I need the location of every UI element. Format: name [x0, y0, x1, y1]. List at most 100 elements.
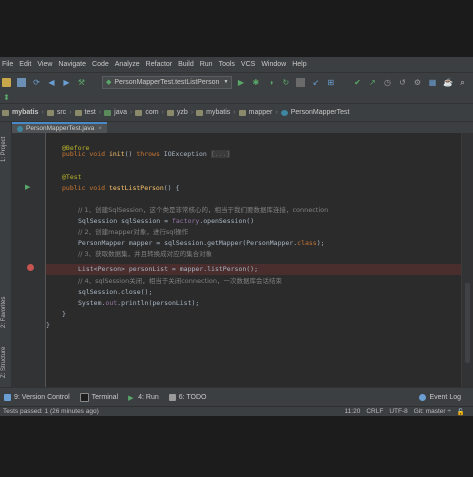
chevron-right-icon: ›	[69, 109, 72, 116]
tab-label: PersonMapperTest.java	[26, 125, 95, 132]
status-indicators: 11:20 CRLF UTF-8 Git: master ÷ 🔓	[339, 408, 465, 416]
run-tool-button[interactable]: ▶ 4: Run	[128, 393, 159, 402]
revert-icon[interactable]: ↺	[398, 78, 407, 87]
caret-position[interactable]: 11:20	[345, 408, 361, 415]
git-branch[interactable]: Git: master ÷	[414, 408, 451, 415]
module-icon	[2, 109, 9, 116]
crumb-package[interactable]: mybatis ›	[196, 109, 236, 116]
code-text: .openSession()	[199, 217, 255, 225]
scrollbar-thumb[interactable]	[465, 283, 470, 363]
menu-file[interactable]: File	[2, 61, 13, 68]
editor-gutter[interactable]	[11, 133, 46, 387]
comment: // 2、创建mapper对象，进行sql操作	[78, 228, 189, 236]
status-message[interactable]: Tests passed: 1 (26 minutes ago)	[3, 408, 99, 415]
crumb-label: mybatis	[206, 109, 231, 116]
menu-help[interactable]: Help	[292, 61, 306, 68]
crumb-package[interactable]: mapper ›	[238, 109, 278, 116]
menu-vcs[interactable]: VCS	[241, 61, 255, 68]
coverage-icon[interactable]: ◑	[266, 78, 275, 87]
line-separator[interactable]: CRLF	[366, 408, 383, 415]
menu-view[interactable]: View	[37, 61, 52, 68]
project-tool-button[interactable]: 1: Project	[1, 137, 7, 162]
comment: // 1、创建SqlSession，这个类是非常核心的，相当于我们要数据库连接，…	[78, 206, 329, 214]
save-icon[interactable]	[17, 77, 26, 87]
method-name: init	[108, 150, 125, 158]
crumb-package[interactable]: yzb ›	[166, 109, 193, 116]
crumb-project[interactable]: mybatis ›	[2, 109, 44, 116]
vcs-commit-icon[interactable]: ✔	[353, 78, 362, 87]
crumb-package[interactable]: com ›	[135, 109, 164, 116]
favorites-tool-button[interactable]: 2: Favorites	[1, 297, 7, 328]
menu-refactor[interactable]: Refactor	[146, 61, 172, 68]
crumb-folder[interactable]: test ›	[74, 109, 101, 116]
tool-label: 6: TODO	[178, 393, 207, 401]
tool-label: 4: Run	[138, 393, 159, 401]
crumb-folder[interactable]: src ›	[46, 109, 72, 116]
version-control-tool-button[interactable]: 9: Version Control	[4, 393, 70, 401]
vcs-update-icon[interactable]: ↙	[311, 78, 320, 87]
code-line: SqlSession sqlSession = factory.openSess…	[78, 216, 254, 227]
todo-icon	[168, 393, 176, 401]
settings-icon[interactable]: ⚙	[413, 78, 422, 87]
crumb-label: com	[145, 109, 159, 116]
menu-run[interactable]: Run	[200, 61, 213, 68]
code-line: // 1、创建SqlSession，这个类是非常核心的，相当于我们要数据库连接，…	[78, 205, 328, 216]
event-log-label: Event Log	[429, 393, 461, 401]
breakpoint-icon[interactable]	[27, 264, 34, 271]
project-structure-icon[interactable]: ▦	[428, 78, 437, 87]
menu-tools[interactable]: Tools	[219, 61, 235, 68]
vcs-push-icon[interactable]: ↗	[368, 78, 377, 87]
code-text: () {	[163, 184, 180, 192]
history-icon[interactable]: ◷	[383, 78, 392, 87]
code-editor[interactable]: @Before public void init() throws IOExce…	[46, 133, 461, 387]
run-test-gutter-icon[interactable]: ▶	[25, 183, 30, 191]
sdk-icon[interactable]: ☕	[443, 78, 453, 87]
run-icon[interactable]: ▶	[236, 78, 245, 87]
comment: // 4、sqlSession关闭，相当于关闭connection，一次数据库会…	[78, 277, 283, 285]
sync-icon[interactable]: ⟳	[32, 78, 41, 87]
crumb-class[interactable]: PersonMapperTest	[280, 109, 349, 116]
junit-icon: ◆	[106, 79, 112, 86]
forward-icon[interactable]: ▶	[62, 78, 71, 87]
profile-icon[interactable]: ↻	[281, 78, 290, 87]
method-name: testListPerson	[108, 184, 164, 192]
event-log-button[interactable]: Event Log	[419, 393, 461, 401]
run-config-label: PersonMapperTest.testListPerson	[114, 78, 220, 86]
plugin-icon[interactable]: ⬍	[2, 93, 11, 102]
code-line: @Test	[62, 172, 82, 183]
folder-icon	[46, 109, 54, 116]
open-folder-icon[interactable]	[2, 77, 11, 87]
menu-window[interactable]: Window	[261, 61, 286, 68]
folded-region[interactable]: {...}	[210, 150, 231, 158]
breadcrumb: mybatis › src › test › java › com › yzb › myba…	[0, 103, 473, 122]
folder-icon	[104, 109, 112, 116]
back-icon[interactable]: ◀	[47, 78, 56, 87]
main-toolbar: ⟳ ◀ ▶ ⚒ ◆ PersonMapperTest.testListPerso…	[0, 72, 473, 91]
menu-code[interactable]: Code	[92, 61, 109, 68]
menu-edit[interactable]: Edit	[19, 61, 31, 68]
stop-icon[interactable]	[296, 77, 306, 87]
keyword: throws	[136, 150, 164, 158]
run-configuration-select[interactable]: ◆ PersonMapperTest.testListPerson ▼	[102, 75, 233, 89]
todo-tool-button[interactable]: 6: TODO	[168, 393, 207, 401]
debug-icon[interactable]: ✱	[251, 78, 260, 87]
close-icon[interactable]: ×	[98, 125, 102, 132]
code-line: }	[62, 309, 66, 320]
editor-scrollbar[interactable]	[461, 133, 473, 387]
code-text: }	[62, 310, 66, 318]
terminal-tool-button[interactable]: Terminal	[79, 392, 118, 402]
search-icon[interactable]: ⌕	[458, 78, 467, 87]
menu-navigate[interactable]: Navigate	[58, 61, 86, 68]
menu-analyze[interactable]: Analyze	[115, 61, 140, 68]
tab-person-mapper-test[interactable]: PersonMapperTest.java ×	[12, 122, 108, 133]
structure-icon[interactable]: ⊞	[326, 78, 335, 87]
lock-icon[interactable]: 🔓	[457, 408, 465, 416]
build-icon[interactable]: ⚒	[77, 78, 86, 87]
menu-build[interactable]: Build	[178, 61, 194, 68]
file-encoding[interactable]: UTF-8	[389, 408, 407, 415]
crumb-label: test	[84, 109, 96, 116]
structure-tool-button[interactable]: Z: Structure	[1, 347, 7, 378]
breakpoint-line: List<Person> personList = mapper.listPer…	[46, 264, 461, 275]
crumb-folder[interactable]: java ›	[104, 109, 132, 116]
chevron-down-icon: ▼	[223, 79, 229, 85]
